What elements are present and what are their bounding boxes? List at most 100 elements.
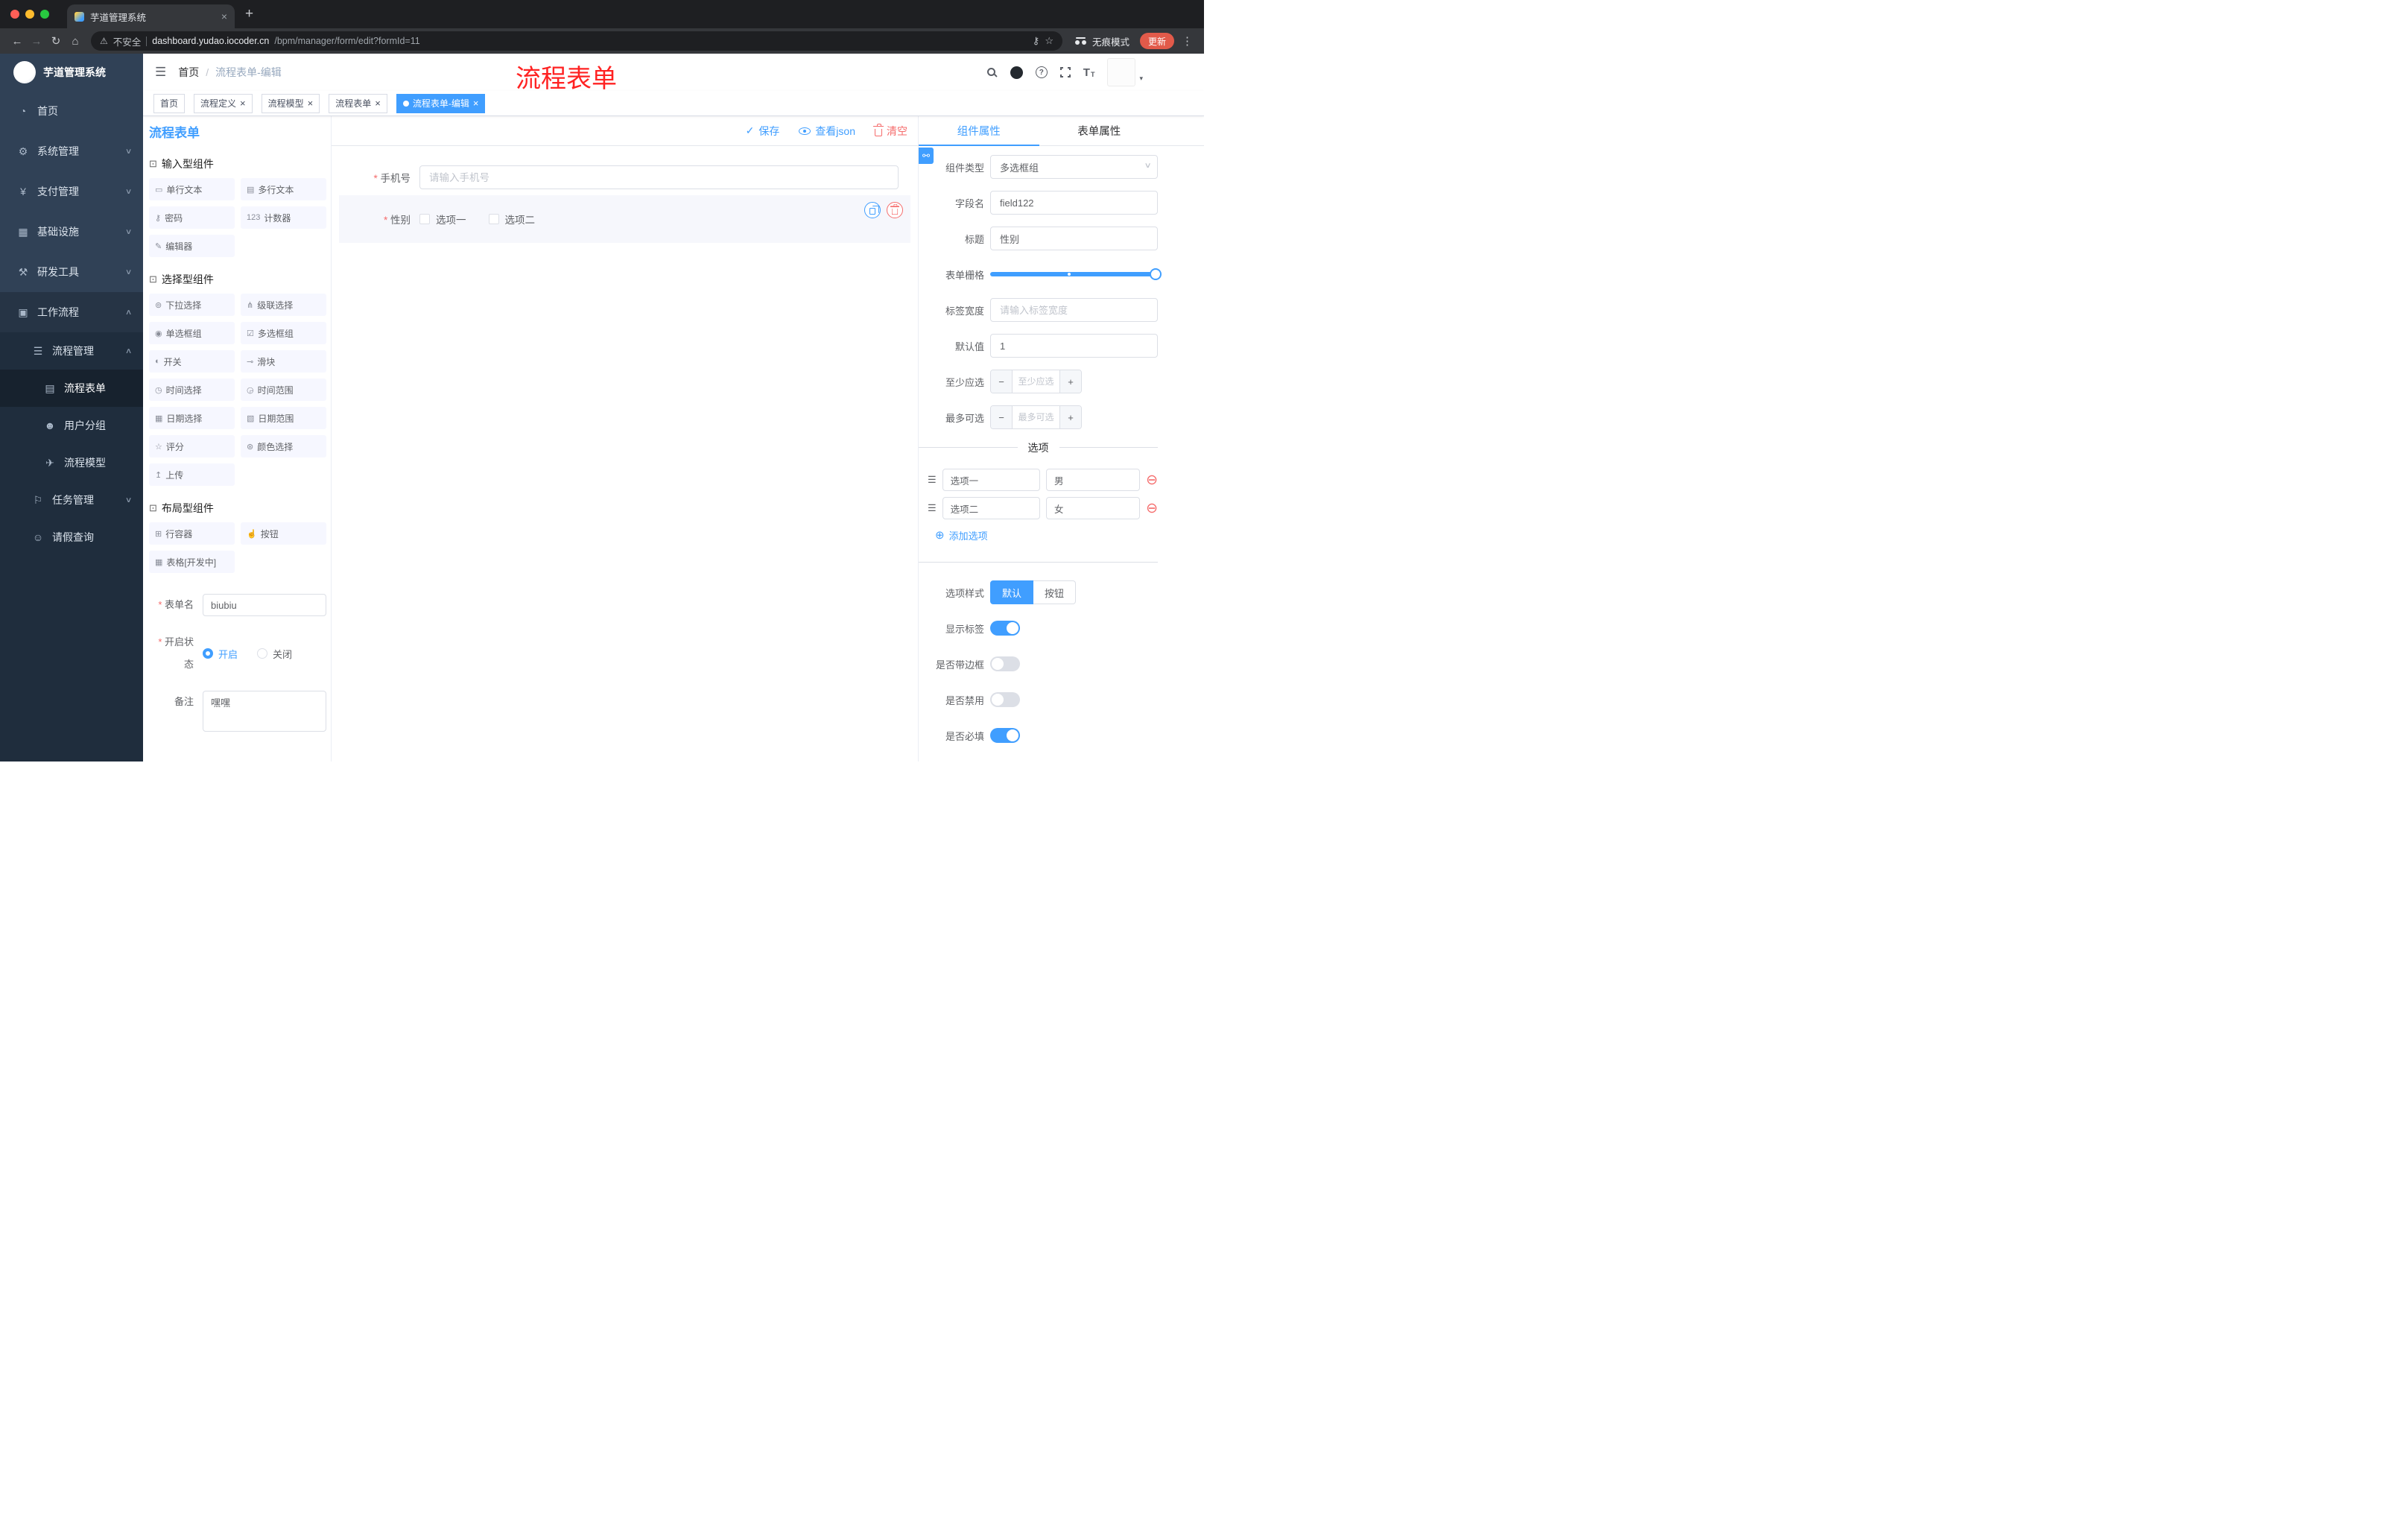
- palette-item-date-range[interactable]: ▧ 日期范围: [241, 407, 326, 429]
- sidebar-item-leave-query[interactable]: ☺ 请假查询: [0, 519, 143, 556]
- tag-process-model[interactable]: 流程模型 ×: [261, 93, 320, 113]
- disabled-switch[interactable]: [990, 692, 1020, 707]
- form-name-input[interactable]: [203, 594, 326, 616]
- gender-option2-checkbox[interactable]: 选项二: [488, 212, 535, 227]
- phone-input[interactable]: [419, 165, 899, 189]
- field-name-input[interactable]: [990, 191, 1158, 215]
- tag-process-form-edit[interactable]: 流程表单-编辑 ×: [396, 93, 486, 113]
- palette-item-textarea[interactable]: ▤ 多行文本: [241, 178, 326, 200]
- gender-field-selected[interactable]: 性别 选项一 选项二: [339, 195, 910, 243]
- back-icon[interactable]: ←: [7, 35, 27, 48]
- palette-item-select[interactable]: ⊚ 下拉选择: [149, 294, 235, 316]
- sidebar-item-infrastructure[interactable]: ▦ 基础设施 ∨: [0, 212, 143, 252]
- tag-process-form[interactable]: 流程表单 ×: [329, 93, 387, 113]
- close-icon[interactable]: ×: [240, 98, 246, 108]
- palette-item-upload[interactable]: ↥ 上传: [149, 463, 235, 486]
- minimize-window-button[interactable]: [25, 10, 34, 19]
- tag-process-definition[interactable]: 流程定义 ×: [194, 93, 253, 113]
- fullscreen-icon[interactable]: [1059, 67, 1071, 77]
- github-icon[interactable]: [1010, 66, 1023, 79]
- zoom-window-button[interactable]: [40, 10, 49, 19]
- close-icon[interactable]: ×: [375, 98, 381, 108]
- status-off-radio[interactable]: 关闭: [257, 647, 292, 661]
- tab-close-icon[interactable]: ×: [221, 11, 227, 22]
- status-on-radio[interactable]: 开启: [203, 647, 238, 661]
- key-icon[interactable]: ⚷: [1033, 35, 1040, 47]
- palette-item-counter[interactable]: 123 计数器: [241, 206, 326, 229]
- sidebar-item-process-form[interactable]: ▤ 流程表单: [0, 370, 143, 407]
- drag-handle-icon[interactable]: ☰: [928, 502, 937, 514]
- palette-item-time-range[interactable]: ◶ 时间范围: [241, 379, 326, 401]
- option-value-input[interactable]: [1045, 469, 1141, 491]
- component-type-select[interactable]: 多选框组 ∨: [990, 155, 1158, 179]
- plus-button[interactable]: +: [1059, 406, 1081, 428]
- palette-item-editor[interactable]: ✎ 编辑器: [149, 235, 235, 257]
- slider-handle[interactable]: [1150, 268, 1162, 280]
- title-input[interactable]: [990, 227, 1158, 250]
- add-option-button[interactable]: ⊕ 添加选项: [919, 528, 1158, 542]
- form-remark-textarea[interactable]: 嘿嘿: [203, 691, 326, 732]
- palette-item-slider[interactable]: ⊸ 滑块: [241, 350, 326, 373]
- breadcrumb-home[interactable]: 首页: [178, 65, 199, 80]
- max-select-input[interactable]: [1013, 406, 1059, 428]
- browser-tab[interactable]: 芋道管理系统 ×: [67, 4, 235, 28]
- palette-item-time-picker[interactable]: ◷ 时间选择: [149, 379, 235, 401]
- sidebar-item-process-model[interactable]: ✈ 流程模型: [0, 444, 143, 481]
- option-label-input[interactable]: [942, 469, 1040, 491]
- phone-field-row[interactable]: 手机号: [339, 165, 899, 189]
- palette-item-table[interactable]: ▦ 表格[开发中]: [149, 551, 235, 573]
- sidebar-item-devtools[interactable]: ⚒ 研发工具 ∨: [0, 252, 143, 292]
- palette-item-text-input[interactable]: ▭ 单行文本: [149, 178, 235, 200]
- help-icon[interactable]: [1035, 66, 1048, 78]
- palette-item-rate[interactable]: ☆ 评分: [149, 435, 235, 457]
- drag-handle-icon[interactable]: ☰: [928, 474, 937, 486]
- default-value-input[interactable]: [990, 334, 1158, 358]
- copy-component-button[interactable]: [864, 202, 881, 218]
- browser-menu-icon[interactable]: ⋮: [1179, 34, 1197, 48]
- grid-slider[interactable]: [990, 268, 1162, 280]
- avatar-caret-icon[interactable]: ▾: [1139, 75, 1143, 83]
- gender-option1-checkbox[interactable]: 选项一: [419, 212, 466, 227]
- sidebar-item-workflow[interactable]: ▣ 工作流程 ∧: [0, 292, 143, 332]
- hamburger-icon[interactable]: ☰: [155, 65, 166, 80]
- style-default-button[interactable]: 默认: [990, 580, 1034, 604]
- palette-item-switch[interactable]: ◐ 开关: [149, 350, 235, 373]
- close-icon[interactable]: ×: [473, 98, 479, 108]
- sidebar-item-task-mgmt[interactable]: ⚐ 任务管理 ∨: [0, 481, 143, 519]
- update-button[interactable]: 更新: [1139, 33, 1174, 49]
- delete-component-button[interactable]: [887, 202, 903, 218]
- new-tab-button[interactable]: +: [245, 6, 253, 22]
- remove-option-icon[interactable]: ⊖: [1146, 473, 1158, 487]
- palette-item-date-picker[interactable]: ▦ 日期选择: [149, 407, 235, 429]
- reload-icon[interactable]: ↻: [46, 34, 66, 48]
- close-window-button[interactable]: [10, 10, 19, 19]
- palette-item-button[interactable]: ☝ 按钮: [241, 522, 326, 545]
- remove-option-icon[interactable]: ⊖: [1146, 501, 1158, 516]
- palette-item-checkbox-group[interactable]: ☑ 多选框组: [241, 322, 326, 344]
- palette-item-cascader[interactable]: ⋔ 级联选择: [241, 294, 326, 316]
- tab-form-props[interactable]: 表单属性: [1039, 116, 1160, 145]
- option-value-input[interactable]: [1045, 497, 1141, 519]
- sidebar-item-user-group[interactable]: ☻ 用户分组: [0, 407, 143, 444]
- save-button[interactable]: ✓ 保存: [746, 124, 780, 139]
- palette-item-row-container[interactable]: ⊞ 行容器: [149, 522, 235, 545]
- min-select-input[interactable]: [1013, 370, 1059, 393]
- plus-button[interactable]: +: [1059, 370, 1081, 393]
- font-size-icon[interactable]: [1083, 67, 1095, 78]
- tag-home[interactable]: 首页: [153, 93, 186, 113]
- user-avatar[interactable]: [1107, 58, 1136, 86]
- style-button-button[interactable]: 按钮: [1033, 580, 1077, 604]
- view-json-button[interactable]: 查看json: [799, 124, 855, 139]
- sidebar-item-system[interactable]: ⚙ 系统管理 ∨: [0, 131, 143, 171]
- address-bar[interactable]: ⚠ 不安全 dashboard.yudao.iocoder.cn /bpm/ma…: [91, 31, 1062, 51]
- sidebar-item-process-mgmt[interactable]: ☰ 流程管理 ∧: [0, 332, 143, 370]
- required-switch[interactable]: [990, 728, 1020, 743]
- forward-icon[interactable]: →: [27, 35, 46, 48]
- palette-item-radio-group[interactable]: ◉ 单选框组: [149, 322, 235, 344]
- option-label-input[interactable]: [942, 497, 1040, 519]
- show-label-switch[interactable]: [990, 621, 1020, 636]
- search-icon[interactable]: [986, 68, 995, 76]
- sidebar-item-payment[interactable]: ¥ 支付管理 ∨: [0, 171, 143, 212]
- border-switch[interactable]: [990, 656, 1020, 671]
- palette-item-color-picker[interactable]: ⊛ 颜色选择: [241, 435, 326, 457]
